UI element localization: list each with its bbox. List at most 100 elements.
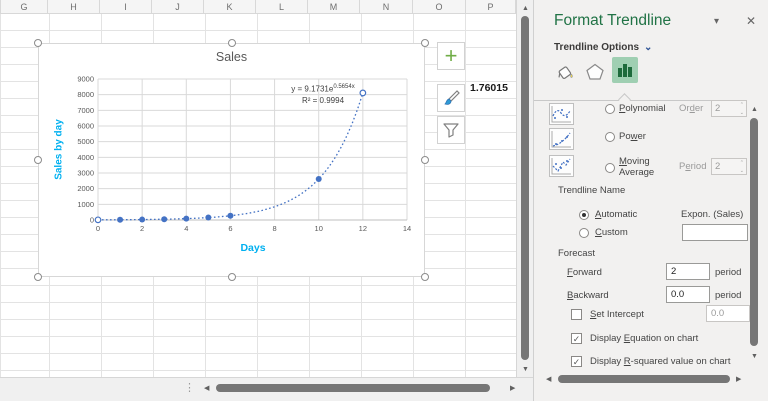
pane-hscroll-thumb[interactable] — [558, 375, 730, 383]
chart-handle-top-mid[interactable] — [228, 39, 236, 47]
chart-handle-bottom-mid[interactable] — [228, 273, 236, 281]
column-header-I[interactable]: I — [100, 0, 152, 13]
svg-text:1000: 1000 — [77, 200, 94, 209]
pentagon-icon — [586, 63, 604, 80]
forward-input[interactable] — [666, 263, 710, 280]
moving-average-label[interactable]: Moving Average — [619, 156, 669, 178]
pane-vscroll-thumb[interactable] — [750, 118, 758, 346]
chart-filters-button[interactable] — [437, 116, 465, 144]
svg-text:5000: 5000 — [77, 137, 94, 146]
sheet-hscroll-thumb[interactable] — [216, 384, 490, 392]
chart-elements-button[interactable]: + — [437, 42, 465, 70]
svg-text:10: 10 — [315, 224, 323, 233]
scrollbar-splitter-handle[interactable]: ⋮ — [184, 381, 195, 394]
display-equation-label[interactable]: Display Equation on chart — [590, 333, 698, 344]
chart-object[interactable]: 0 2 4 6 8 10 12 14 0 1000 2000 3000 4000 5000 6000 7000… — [34, 39, 429, 281]
svg-text:6: 6 — [228, 224, 232, 233]
column-header-P[interactable]: P — [466, 0, 516, 13]
automatic-radio[interactable] — [579, 210, 589, 220]
custom-name-input[interactable] — [682, 224, 748, 241]
backward-input[interactable] — [666, 286, 710, 303]
trendline-power-icon — [549, 128, 574, 150]
scroll-down-arrow[interactable]: ▼ — [522, 365, 529, 375]
excel-window: GHIJKLMNOP 1.76015 0 2 4 6 8 10 12 14 0 1000 2000 3… — [0, 0, 768, 401]
chart-handle-bottom-right[interactable] — [421, 273, 429, 281]
moving-average-radio[interactable] — [605, 163, 615, 173]
power-label[interactable]: Power — [619, 131, 646, 142]
svg-text:4000: 4000 — [77, 153, 94, 162]
sheet-horizontal-scrollbar[interactable]: ⋮ ◀ ▶ — [0, 377, 533, 401]
chart-handle-top-left[interactable] — [34, 39, 42, 47]
column-header-H[interactable]: H — [48, 0, 100, 13]
column-header-row: GHIJKLMNOP — [0, 0, 516, 14]
scroll-right-arrow[interactable]: ▶ — [510, 384, 515, 394]
svg-text:8: 8 — [272, 224, 276, 233]
display-r2-label[interactable]: Display R-squared value on chart — [590, 356, 730, 367]
automatic-name-value: Expon. (Sales) — [681, 209, 744, 220]
polynomial-radio[interactable] — [605, 104, 615, 114]
column-header-M[interactable]: M — [308, 0, 360, 13]
chart-handle-top-right[interactable] — [421, 39, 429, 47]
pane-scroll-left-arrow[interactable]: ◀ — [546, 375, 551, 385]
power-radio[interactable] — [605, 132, 615, 142]
plus-icon: + — [444, 43, 458, 68]
tab-trendline-options-selected[interactable] — [612, 57, 638, 83]
svg-text:2: 2 — [140, 224, 144, 233]
column-header-N[interactable]: N — [360, 0, 413, 13]
chart-styles-button[interactable] — [437, 84, 465, 112]
polynomial-label[interactable]: Polynomial — [619, 103, 665, 114]
trendline-equation-label[interactable]: y = 9.1731e0.5654x R² = 0.9994 — [248, 82, 398, 106]
display-r2-checkbox[interactable]: ✓ — [571, 356, 582, 367]
worksheet[interactable]: GHIJKLMNOP 1.76015 0 2 4 6 8 10 12 14 0 1000 2000 3… — [0, 0, 516, 377]
r-squared-label: R² = 0.9994 — [301, 95, 345, 105]
column-header-G[interactable]: G — [1, 0, 48, 13]
scroll-left-arrow[interactable]: ◀ — [204, 384, 209, 394]
svg-text:3000: 3000 — [77, 169, 94, 178]
x-axis-title[interactable]: Days — [203, 242, 303, 254]
column-header-K[interactable]: K — [204, 0, 256, 13]
svg-text:9000: 9000 — [77, 75, 94, 84]
trendline-name-label: Trendline Name — [558, 185, 626, 196]
tab-effects[interactable] — [582, 59, 608, 85]
order-spinner[interactable]: 2 ⌃ ⌄ — [711, 100, 747, 117]
set-intercept-input[interactable] — [706, 305, 750, 322]
order-label: Order — [679, 103, 704, 114]
column-header-J[interactable]: J — [152, 0, 204, 13]
y-axis-title[interactable]: Sales by day — [54, 97, 65, 203]
custom-radio[interactable] — [579, 228, 589, 238]
pane-title: Format Trendline — [554, 12, 672, 29]
chart-title[interactable]: Sales — [39, 50, 424, 64]
sheet-vscroll-thumb[interactable] — [521, 16, 529, 360]
tab-fill-line[interactable] — [552, 59, 578, 85]
column-header-O[interactable]: O — [413, 0, 466, 13]
period-spinner[interactable]: 2 ⌃ ⌄ — [711, 158, 747, 175]
column-header-L[interactable]: L — [256, 0, 308, 13]
chart-handle-mid-right[interactable] — [421, 156, 429, 164]
brush-icon — [444, 90, 460, 105]
automatic-label[interactable]: Automatic — [595, 209, 637, 220]
close-icon[interactable]: ✕ — [746, 14, 756, 28]
trendline-options-header[interactable]: Trendline Options ⌄ — [554, 42, 652, 53]
pane-scroll-up-arrow[interactable]: ▲ — [751, 105, 758, 115]
svg-text:12: 12 — [359, 224, 367, 233]
cell-value[interactable]: 1.76015 — [470, 82, 516, 94]
set-intercept-label[interactable]: Set Intercept — [590, 309, 644, 320]
bar-chart-icon — [618, 64, 632, 77]
svg-text:14: 14 — [403, 224, 411, 233]
pane-dropdown-icon[interactable]: ▾ — [714, 16, 719, 27]
svg-text:8000: 8000 — [77, 90, 94, 99]
pane-scroll-right-arrow[interactable]: ▶ — [736, 375, 741, 385]
forward-label: Forward — [567, 267, 602, 278]
svg-text:2000: 2000 — [77, 184, 94, 193]
display-equation-checkbox[interactable]: ✓ — [571, 333, 582, 344]
custom-label[interactable]: Custom — [595, 227, 628, 238]
chart-handle-bottom-left[interactable] — [34, 273, 42, 281]
forecast-label: Forecast — [558, 248, 595, 259]
chart-handle-mid-left[interactable] — [34, 156, 42, 164]
format-trendline-pane: Format Trendline ▾ ✕ Trendline Options⌄ — [533, 0, 768, 401]
svg-text:4: 4 — [184, 224, 188, 233]
pane-scroll-down-arrow[interactable]: ▼ — [751, 352, 758, 362]
scroll-up-arrow[interactable]: ▲ — [522, 4, 529, 14]
sheet-vertical-scrollbar[interactable]: ▲ ▼ — [516, 0, 533, 377]
set-intercept-checkbox[interactable] — [571, 309, 582, 320]
